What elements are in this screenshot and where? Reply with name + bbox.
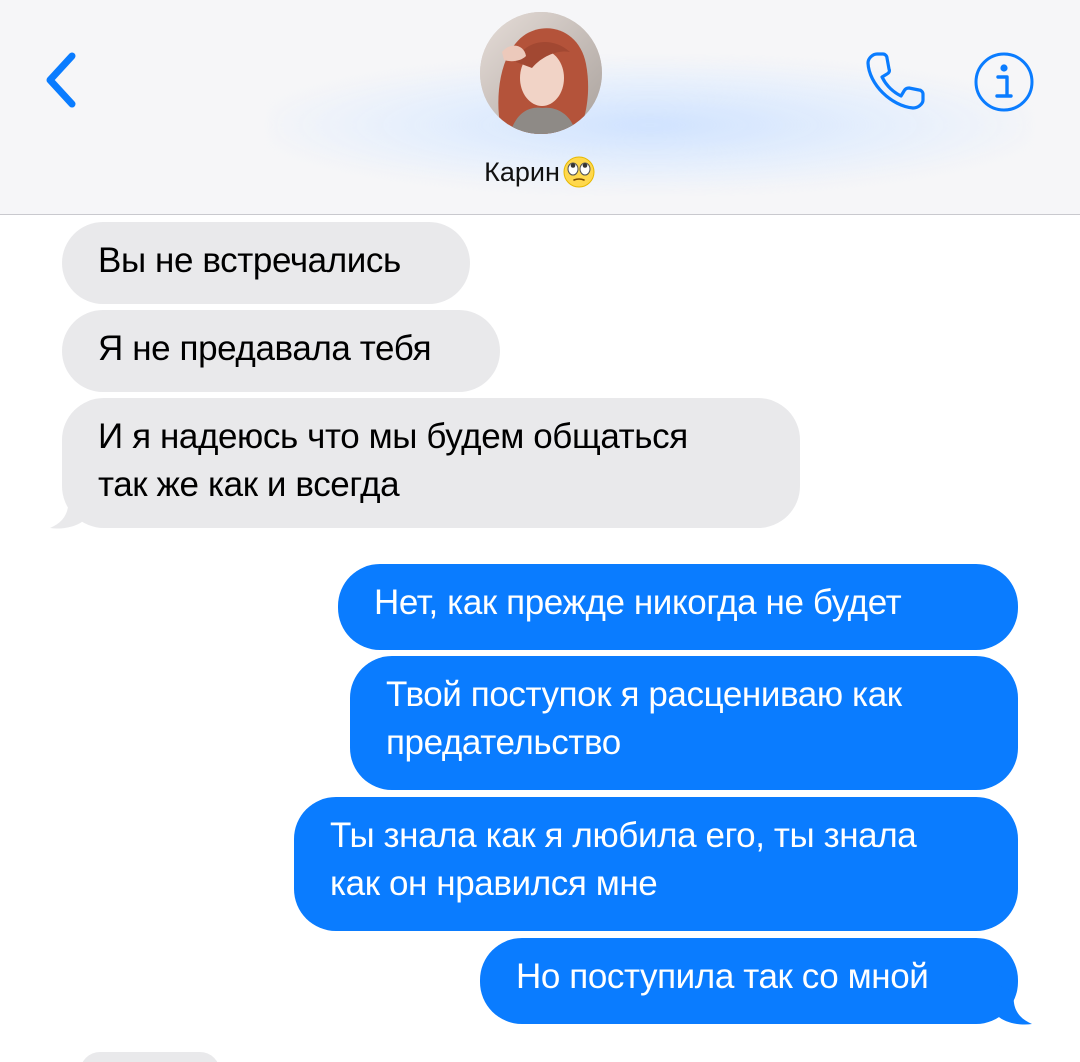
message-text-line: Ты знала как я любила его, ты знала — [330, 816, 917, 855]
message-outgoing[interactable]: Твой поступок я расцениваю как предатель… — [350, 656, 1018, 790]
info-button[interactable] — [968, 46, 1040, 118]
message-incoming[interactable]: Я не предавала тебя — [62, 310, 500, 392]
message-text: Нет, как прежде никогда не будет — [374, 583, 902, 622]
incoming-bubble-tail — [50, 488, 86, 529]
message-incoming[interactable]: И я надеюсь что мы будем общаться так же… — [62, 398, 800, 528]
contact-avatar[interactable] — [480, 12, 602, 134]
contact-name-text: Карин — [484, 156, 560, 187]
message-text-line: как он нравился мне — [330, 864, 658, 903]
contact-name[interactable]: Карин — [440, 152, 640, 192]
back-button[interactable] — [30, 40, 90, 120]
chevron-left-icon — [46, 52, 76, 108]
message-incoming[interactable]: Вы не встречались — [62, 222, 470, 304]
message-text-line: так же как и всегда — [98, 465, 400, 504]
outgoing-bubble-tail — [996, 984, 1032, 1025]
call-button[interactable] — [858, 46, 934, 116]
message-text-line: предательство — [386, 723, 621, 762]
message-outgoing[interactable]: Нет, как прежде никогда не будет — [338, 564, 1018, 650]
message-text-line: И я надеюсь что мы будем общаться — [98, 417, 688, 456]
info-icon — [974, 52, 1034, 112]
message-text: Вы не встречались — [98, 241, 401, 280]
message-outgoing[interactable]: Но поступила так со мной — [480, 938, 1018, 1024]
conversation-header: Карин — [0, 0, 1080, 215]
message-text-line: Твой поступок я расцениваю как — [386, 675, 902, 714]
phone-icon — [866, 52, 925, 110]
message-incoming-partial[interactable] — [80, 1052, 220, 1062]
message-text: Но поступила так со мной — [516, 957, 929, 996]
eye-roll-emoji-icon — [562, 155, 596, 189]
message-text: Я не предавала тебя — [98, 329, 432, 368]
message-outgoing[interactable]: Ты знала как я любила его, ты знала как … — [294, 797, 1018, 931]
